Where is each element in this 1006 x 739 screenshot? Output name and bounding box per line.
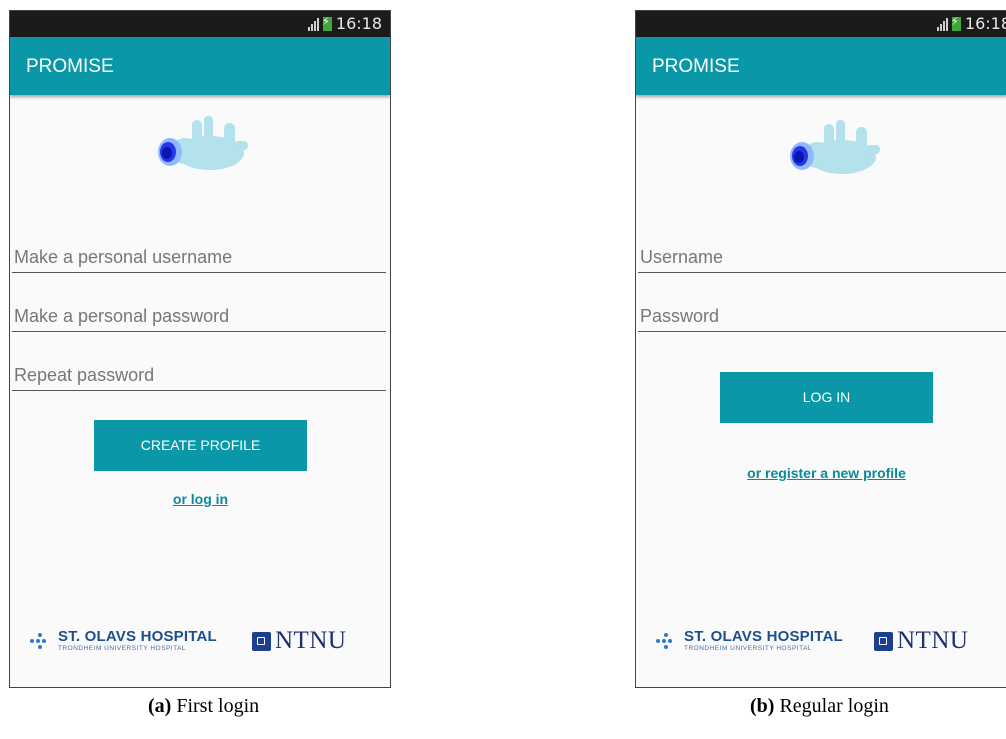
login-button[interactable]: LOG IN bbox=[720, 372, 933, 423]
st-olavs-dots-icon bbox=[30, 630, 52, 652]
register-link[interactable]: or register a new profile bbox=[696, 465, 957, 481]
username-field[interactable]: Make a personal username bbox=[12, 243, 386, 273]
hospital-name: ST. OLAVS HOSPITAL bbox=[684, 628, 843, 645]
caption-label: (a) bbox=[148, 695, 172, 717]
hospital-name: ST. OLAVS HOSPITAL bbox=[58, 628, 217, 645]
st-olavs-dots-icon bbox=[656, 630, 678, 652]
phone-screen-first-login: 16:18 PROMISE Make a personal username M… bbox=[9, 10, 391, 688]
st-olavs-logo: ST. OLAVS HOSPITAL TRONDHEIM UNIVERSITY … bbox=[656, 629, 843, 653]
repeat-password-field[interactable]: Repeat password bbox=[12, 361, 386, 391]
baby-icon bbox=[790, 120, 880, 174]
status-bar: 16:18 bbox=[10, 11, 390, 37]
footer-logos: ST. OLAVS HOSPITAL TRONDHEIM UNIVERSITY … bbox=[10, 625, 390, 665]
status-bar: 16:18 bbox=[636, 11, 1006, 37]
username-field[interactable]: Username bbox=[638, 243, 1006, 273]
baby-icon bbox=[158, 116, 248, 170]
status-time: 16:18 bbox=[335, 14, 382, 33]
ntnu-mark-icon bbox=[874, 631, 893, 651]
status-time: 16:18 bbox=[964, 14, 1006, 33]
login-link[interactable]: or log in bbox=[94, 491, 307, 507]
password-field[interactable]: Password bbox=[638, 302, 1006, 332]
phone-screen-regular-login: 16:18 PROMISE Username Password LOG IN o… bbox=[635, 10, 1006, 688]
signal-icon bbox=[936, 17, 948, 31]
app-bar: PROMISE bbox=[636, 37, 1006, 95]
battery-charging-icon bbox=[951, 15, 961, 31]
hospital-subtitle: TRONDHEIM UNIVERSITY HOSPITAL bbox=[684, 645, 813, 652]
ntnu-text: NTNU bbox=[897, 627, 969, 654]
create-profile-button[interactable]: CREATE PROFILE bbox=[94, 420, 307, 471]
ntnu-mark-icon bbox=[252, 631, 271, 651]
caption-first-login: (a) First login bbox=[148, 695, 259, 718]
ntnu-logo: NTNU bbox=[874, 627, 968, 655]
password-field[interactable]: Make a personal password bbox=[12, 302, 386, 332]
signal-icon bbox=[307, 17, 319, 31]
ntnu-text: NTNU bbox=[275, 627, 347, 654]
caption-label: (b) bbox=[750, 695, 775, 717]
ntnu-logo: NTNU bbox=[252, 627, 346, 655]
caption-text: First login bbox=[171, 695, 260, 717]
caption-text: Regular login bbox=[774, 695, 889, 717]
hospital-subtitle: TRONDHEIM UNIVERSITY HOSPITAL bbox=[58, 645, 187, 652]
st-olavs-logo: ST. OLAVS HOSPITAL TRONDHEIM UNIVERSITY … bbox=[30, 629, 217, 653]
battery-charging-icon bbox=[322, 15, 332, 31]
app-bar: PROMISE bbox=[10, 37, 390, 95]
footer-logos: ST. OLAVS HOSPITAL TRONDHEIM UNIVERSITY … bbox=[636, 625, 1006, 665]
app-title: PROMISE bbox=[26, 56, 114, 77]
app-title: PROMISE bbox=[652, 56, 740, 77]
caption-regular-login: (b) Regular login bbox=[750, 695, 889, 718]
